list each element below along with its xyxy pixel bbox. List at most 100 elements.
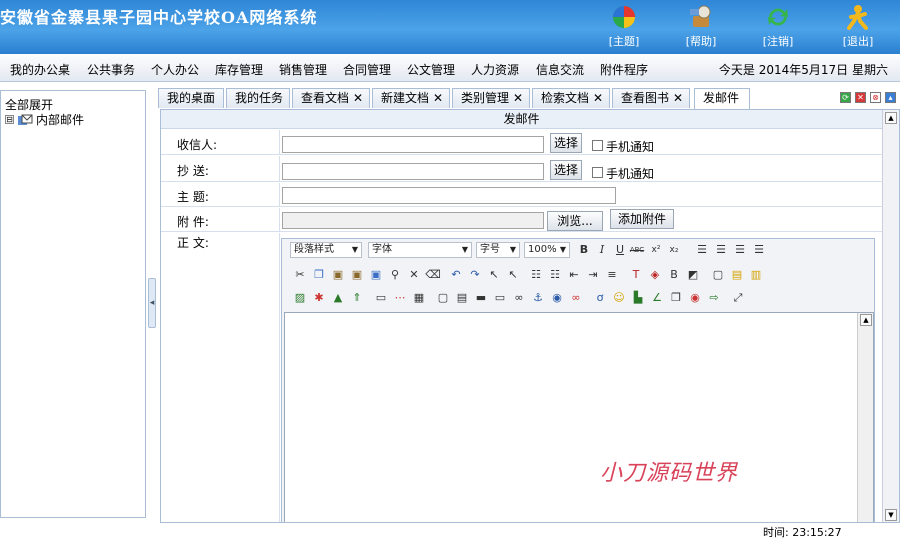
justify-icon[interactable]: ☰ [751,242,767,258]
menu-item-messages[interactable]: 信息交流 [536,61,584,78]
template-icon[interactable]: ❐ [668,290,684,306]
unlink-icon[interactable]: ∞ [568,290,584,306]
redo-icon[interactable]: ↷ [467,267,483,283]
cc-input[interactable] [282,163,544,180]
anchor-icon[interactable]: ⚓ [530,290,546,306]
line-spacing-icon[interactable]: ≡ [604,267,620,283]
unordered-list-icon[interactable]: ☷ [547,267,563,283]
align-right-icon[interactable]: ☰ [732,242,748,258]
export-icon[interactable]: ⇨ [706,290,722,306]
logout-button[interactable]: [注销] [746,4,810,50]
recipient-sms-checkbox[interactable] [592,140,603,151]
highlight-icon[interactable]: ◈ [647,267,663,283]
tree-item-internal-mail[interactable]: ⊟ 内部邮件 [5,111,84,128]
textbox-icon[interactable]: ▭ [373,290,389,306]
paste-word-icon[interactable]: ▣ [368,267,384,283]
menu-item-inventory[interactable]: 库存管理 [215,61,263,78]
menu-item-personal-office[interactable]: 个人办公 [151,61,199,78]
editor-scrollbar[interactable]: ▲ [857,313,873,522]
cut-icon[interactable]: ✂ [292,267,308,283]
select-all-icon[interactable]: ↖ [505,267,521,283]
file-upload-icon[interactable]: ⇑ [349,290,365,306]
outdent-icon[interactable]: ⇤ [566,267,582,283]
select-pointer-icon[interactable]: ↖ [486,267,502,283]
delete-icon[interactable]: ✕ [406,267,422,283]
media-icon[interactable]: ▲ [330,290,346,306]
help-button[interactable]: [帮助] [669,4,733,50]
close-icon[interactable]: ✕ [353,89,363,107]
attachment-path-input[interactable] [282,212,544,229]
align-center-icon[interactable]: ☰ [713,242,729,258]
superscript-button[interactable]: x² [648,242,664,258]
tab-view-docs[interactable]: 查看文档 ✕ [292,88,370,108]
ordered-list-icon[interactable]: ☷ [528,267,544,283]
strikethrough-button[interactable]: ABC [629,242,645,258]
table-icon[interactable]: ▦ [411,290,427,306]
panel-scrollbar[interactable]: ▲ ▼ [882,110,899,522]
menu-item-public-affairs[interactable]: 公共事务 [87,61,135,78]
chart-icon[interactable]: ▙ [630,290,646,306]
underline-button[interactable]: U [612,242,628,258]
exit-button[interactable]: [退出] [826,4,890,50]
subject-input[interactable] [282,187,616,204]
border-icon[interactable]: ◩ [685,267,701,283]
map-icon[interactable]: ◉ [549,290,565,306]
background-color-icon[interactable]: B [666,267,682,283]
menu-item-documents[interactable]: 公文管理 [407,61,455,78]
close-icon[interactable]: ✕ [513,89,523,107]
horizontal-rule-icon[interactable]: ▬ [473,290,489,306]
page-icon[interactable]: ▤ [454,290,470,306]
fullscreen-icon[interactable]: ⤢ [730,290,746,306]
eraser-icon[interactable]: ⌫ [425,267,441,283]
menu-item-hr[interactable]: 人力资源 [471,61,519,78]
close-icon[interactable]: ✕ [673,89,683,107]
formula-icon[interactable]: ∠ [649,290,665,306]
tab-category-mgmt[interactable]: 类别管理 ✕ [452,88,530,108]
close-all-tabs-icon[interactable]: ⊗ [870,92,881,103]
undo-icon[interactable]: ↶ [448,267,464,283]
tab-my-tasks[interactable]: 我的任务 [226,88,290,108]
scroll-up-icon[interactable]: ▲ [860,314,872,326]
font-select[interactable]: 字体 ▼ [368,242,472,258]
layer-icon[interactable]: ▤ [729,267,745,283]
italic-button[interactable]: I [594,242,610,258]
frame-icon[interactable]: ▢ [710,267,726,283]
collapse-icon[interactable]: ⊟ [5,115,14,124]
tab-new-doc[interactable]: 新建文档 ✕ [372,88,450,108]
align-left-icon[interactable]: ☰ [694,242,710,258]
indent-icon[interactable]: ⇥ [585,267,601,283]
marquee-icon[interactable]: ⋯ [392,290,408,306]
emoticon-icon[interactable]: ☺ [611,290,627,306]
zoom-select[interactable]: 100% ▼ [524,242,570,258]
menu-item-sales[interactable]: 销售管理 [279,61,327,78]
tab-my-desktop[interactable]: 我的桌面 [158,88,224,108]
close-tab-icon[interactable]: ✕ [855,92,866,103]
form-icon[interactable]: ▢ [435,290,451,306]
cc-select-button[interactable]: 选择 [550,160,582,180]
scroll-up-icon[interactable]: ▲ [885,112,897,124]
menu-item-my-desk[interactable]: 我的办公桌 [10,61,70,78]
input-field-icon[interactable]: ▭ [492,290,508,306]
theme-button[interactable]: [主题] [592,4,656,50]
image-icon[interactable]: ▨ [292,290,308,306]
bold-button[interactable]: B [576,242,592,258]
flash-icon[interactable]: ✱ [311,290,327,306]
copy-icon[interactable]: ❐ [311,267,327,283]
recipient-select-button[interactable]: 选择 [550,133,582,153]
recipient-input[interactable] [282,136,544,153]
paragraph-style-select[interactable]: 段落样式 ▼ [290,242,362,258]
mail-body-editor[interactable]: ▲ 小刀源码世界 [284,312,874,522]
subscript-button[interactable]: x₂ [666,242,682,258]
record-icon[interactable]: ◉ [687,290,703,306]
scroll-down-icon[interactable]: ▼ [885,509,897,521]
link-icon[interactable]: ∞ [511,290,527,306]
sidebar-collapse-handle[interactable]: ◂ [148,278,156,328]
tab-send-mail[interactable]: 发邮件 [694,88,750,110]
tab-view-books[interactable]: 查看图书 ✕ [612,88,690,108]
text-color-icon[interactable]: T [628,267,644,283]
menu-item-attachments[interactable]: 附件程序 [600,61,648,78]
tab-search-docs[interactable]: 检索文档 ✕ [532,88,610,108]
menu-item-contracts[interactable]: 合同管理 [343,61,391,78]
close-icon[interactable]: ✕ [433,89,443,107]
font-size-select[interactable]: 字号 ▼ [476,242,520,258]
